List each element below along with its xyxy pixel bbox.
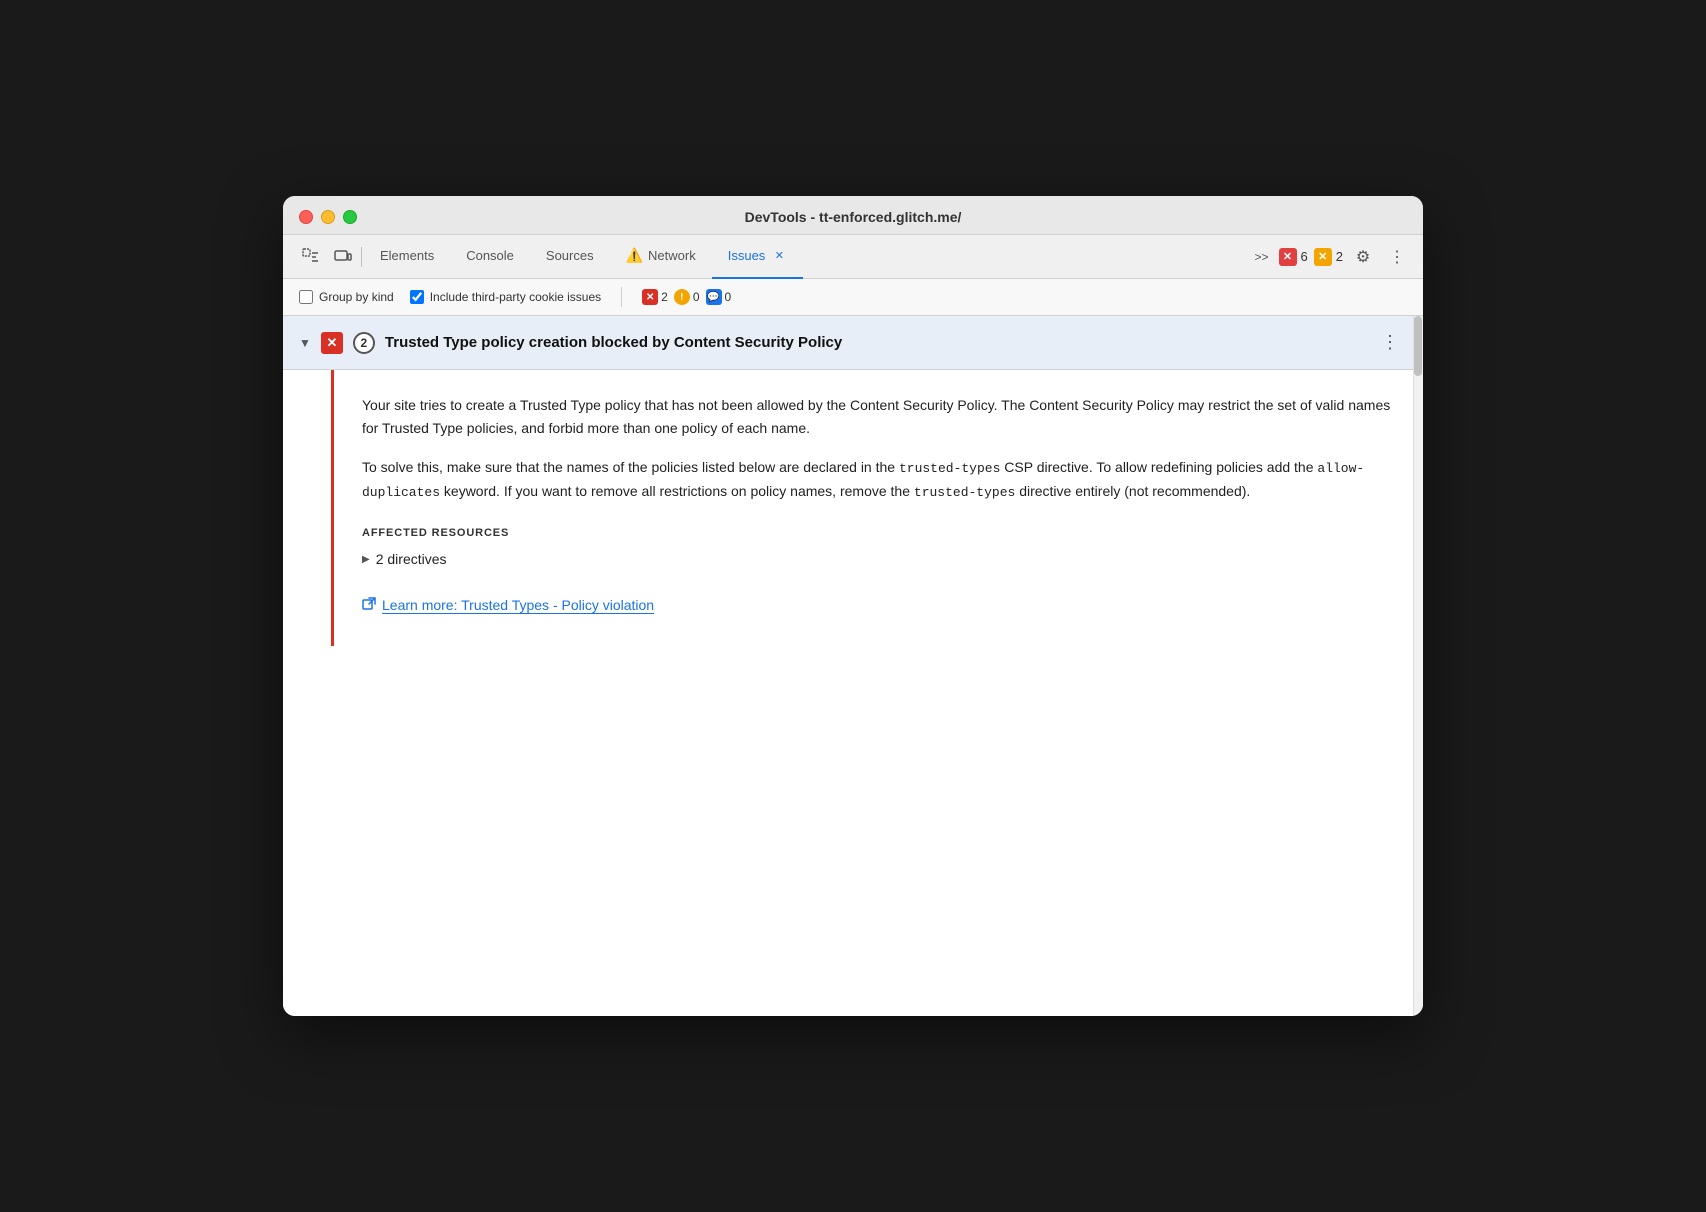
minimize-button[interactable]: [321, 210, 335, 224]
issue-title: Trusted Type policy creation blocked by …: [385, 334, 1363, 351]
maximize-button[interactable]: [343, 210, 357, 224]
info-count-badge: 💬 0: [706, 289, 732, 305]
external-link-icon: [362, 597, 376, 614]
tab-elements[interactable]: Elements: [364, 235, 450, 279]
warning-badge-group: ✕ 2: [1314, 248, 1343, 266]
issue-count-circle: 2: [353, 332, 375, 354]
include-third-party-label[interactable]: Include third-party cookie issues: [410, 290, 601, 304]
close-tab-icon[interactable]: ✕: [771, 248, 787, 264]
secondary-toolbar: Group by kind Include third-party cookie…: [283, 279, 1423, 316]
group-by-kind-checkbox[interactable]: [299, 290, 313, 304]
directives-row[interactable]: ▶ 2 directives: [362, 549, 1391, 569]
directives-label: 2 directives: [376, 551, 447, 567]
tab-network[interactable]: ⚠️ Network: [610, 235, 712, 279]
close-button[interactable]: [299, 210, 313, 224]
settings-icon[interactable]: ⚙: [1349, 243, 1377, 271]
network-warning-icon: ⚠️: [626, 247, 643, 264]
window-title: DevTools - tt-enforced.glitch.me/: [745, 209, 962, 225]
learn-more-anchor[interactable]: Learn more: Trusted Types - Policy viola…: [382, 597, 654, 614]
main-toolbar: Elements Console Sources ⚠️ Network Issu…: [283, 235, 1423, 279]
error-count: 6: [1301, 249, 1308, 264]
warning-count-badge: ! 0: [674, 289, 700, 305]
scrollbar-thumb[interactable]: [1414, 316, 1422, 376]
responsive-icon[interactable]: [327, 241, 359, 273]
traffic-lights: [299, 210, 357, 224]
main-content: ▼ ✕ 2 Trusted Type policy creation block…: [283, 316, 1423, 1016]
toolbar-separator-2: [621, 287, 622, 307]
description-p2: To solve this, make sure that the names …: [362, 456, 1391, 503]
error-badge-group: ✕ 6: [1279, 248, 1308, 266]
more-options-icon[interactable]: ⋮: [1383, 243, 1411, 271]
more-tabs-button[interactable]: >>: [1251, 246, 1273, 268]
group-by-kind-label[interactable]: Group by kind: [299, 290, 394, 304]
issue-description: Your site tries to create a Trusted Type…: [362, 394, 1391, 503]
devtools-window: DevTools - tt-enforced.glitch.me/ Elemen…: [283, 196, 1423, 1016]
error-icon: ✕: [1279, 248, 1297, 266]
issue-counts: ✕ 2 ! 0 💬 0: [642, 289, 731, 305]
issue-error-badge: ✕: [321, 332, 343, 354]
tab-console[interactable]: Console: [450, 235, 530, 279]
warning-icon: ✕: [1314, 248, 1332, 266]
error-count-badge: ✕ 2: [642, 289, 668, 305]
toolbar-right: >> ✕ 6 ✕ 2 ⚙ ⋮: [1251, 243, 1411, 271]
tab-sources[interactable]: Sources: [530, 235, 610, 279]
tab-issues[interactable]: Issues ✕: [712, 235, 804, 279]
inspector-icon[interactable]: [295, 241, 327, 273]
learn-more-link[interactable]: Learn more: Trusted Types - Policy viola…: [362, 597, 1391, 614]
warning-count: 2: [1336, 249, 1343, 264]
include-third-party-checkbox[interactable]: [410, 290, 424, 304]
toolbar-separator: [361, 247, 362, 267]
warning-count-icon: !: [674, 289, 690, 305]
issue-indent: [283, 370, 331, 646]
issue-more-icon[interactable]: ⋮: [1373, 328, 1407, 357]
info-count-icon: 💬: [706, 289, 722, 305]
description-p1: Your site tries to create a Trusted Type…: [362, 394, 1391, 440]
expand-chevron-icon[interactable]: ▼: [299, 336, 311, 350]
issue-body-container: Your site tries to create a Trusted Type…: [283, 370, 1423, 646]
expand-triangle-icon[interactable]: ▶: [362, 554, 370, 565]
scrollbar[interactable]: [1413, 316, 1423, 1016]
issue-header[interactable]: ▼ ✕ 2 Trusted Type policy creation block…: [283, 316, 1423, 370]
error-count-icon: ✕: [642, 289, 658, 305]
affected-resources: AFFECTED RESOURCES ▶ 2 directives: [362, 527, 1391, 569]
issue-body: Your site tries to create a Trusted Type…: [331, 370, 1423, 646]
titlebar: DevTools - tt-enforced.glitch.me/: [283, 196, 1423, 235]
affected-resources-label: AFFECTED RESOURCES: [362, 527, 1391, 539]
